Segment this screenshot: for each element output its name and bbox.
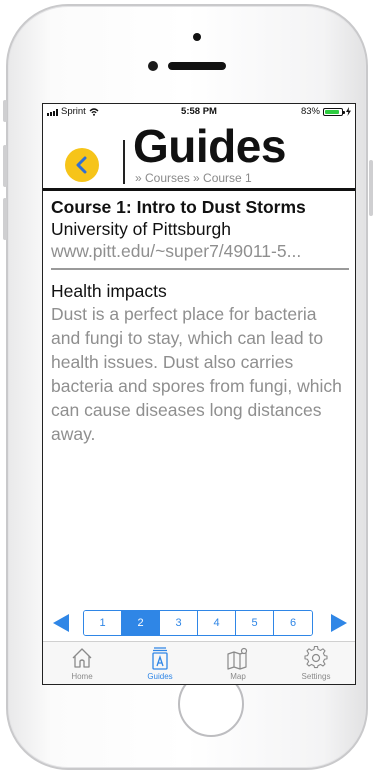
header-divider-line bbox=[43, 188, 355, 191]
tab-label-guides: Guides bbox=[147, 672, 173, 681]
page-navigator: 1 2 3 4 5 6 bbox=[43, 610, 355, 636]
volume-down-button bbox=[3, 198, 7, 240]
page-button-4[interactable]: 4 bbox=[198, 611, 236, 635]
tab-label-settings: Settings bbox=[301, 672, 331, 681]
battery-group: 83% bbox=[301, 106, 351, 117]
page-title: Guides bbox=[133, 120, 286, 172]
section-body: Dust is a perfect place for bacteria and… bbox=[51, 304, 342, 444]
page-button-6[interactable]: 6 bbox=[274, 611, 312, 635]
tab-home[interactable]: Home bbox=[43, 642, 121, 684]
tab-bar: Home Guides Map Settings bbox=[43, 641, 355, 684]
tab-settings[interactable]: Settings bbox=[277, 642, 355, 684]
home-icon bbox=[72, 648, 92, 668]
chevron-left-icon bbox=[76, 156, 87, 174]
page-buttons: 1 2 3 4 5 6 bbox=[83, 610, 313, 636]
status-bar: Sprint 5:58 PM 83% bbox=[43, 104, 355, 120]
map-icon bbox=[227, 647, 248, 670]
prev-page-arrow-icon[interactable] bbox=[53, 614, 69, 632]
earpiece-speaker bbox=[168, 62, 226, 70]
course-url-link[interactable]: www.pitt.edu/~super7/49011-5... bbox=[51, 240, 349, 262]
page-button-5[interactable]: 5 bbox=[236, 611, 274, 635]
course-university: University of Pittsburgh bbox=[51, 219, 231, 239]
battery-percent: 83% bbox=[300, 106, 320, 117]
gear-icon bbox=[304, 646, 328, 669]
course-title: Course 1: Intro to Dust Storms bbox=[51, 197, 306, 217]
guide-content: Course 1: Intro to Dust Storms Universit… bbox=[51, 196, 349, 446]
page-button-2[interactable]: 2 bbox=[122, 611, 160, 635]
content-divider bbox=[51, 268, 349, 270]
mute-switch bbox=[3, 100, 7, 122]
volume-up-button bbox=[3, 145, 7, 187]
header-divider bbox=[123, 140, 125, 184]
back-button[interactable] bbox=[65, 148, 99, 182]
section-heading: Health impacts bbox=[51, 281, 167, 301]
breadcrumb: » Courses » Course 1 bbox=[135, 171, 252, 185]
app-screen: Sprint 5:58 PM 83% Guides » Courses » Co… bbox=[42, 103, 356, 685]
proximity-sensor bbox=[193, 33, 201, 41]
front-camera bbox=[148, 61, 158, 71]
page-button-1[interactable]: 1 bbox=[84, 611, 122, 635]
tab-map[interactable]: Map bbox=[199, 642, 277, 684]
charging-icon bbox=[346, 107, 351, 116]
power-button bbox=[369, 160, 373, 216]
page-button-3[interactable]: 3 bbox=[160, 611, 198, 635]
book-icon bbox=[152, 647, 168, 670]
tab-label-home: Home bbox=[71, 672, 93, 681]
tab-label-map: Map bbox=[230, 672, 246, 681]
next-page-arrow-icon[interactable] bbox=[331, 614, 347, 632]
tab-guides[interactable]: Guides bbox=[121, 642, 199, 684]
battery-icon bbox=[323, 107, 345, 116]
page-header: Guides » Courses » Course 1 bbox=[43, 120, 355, 188]
